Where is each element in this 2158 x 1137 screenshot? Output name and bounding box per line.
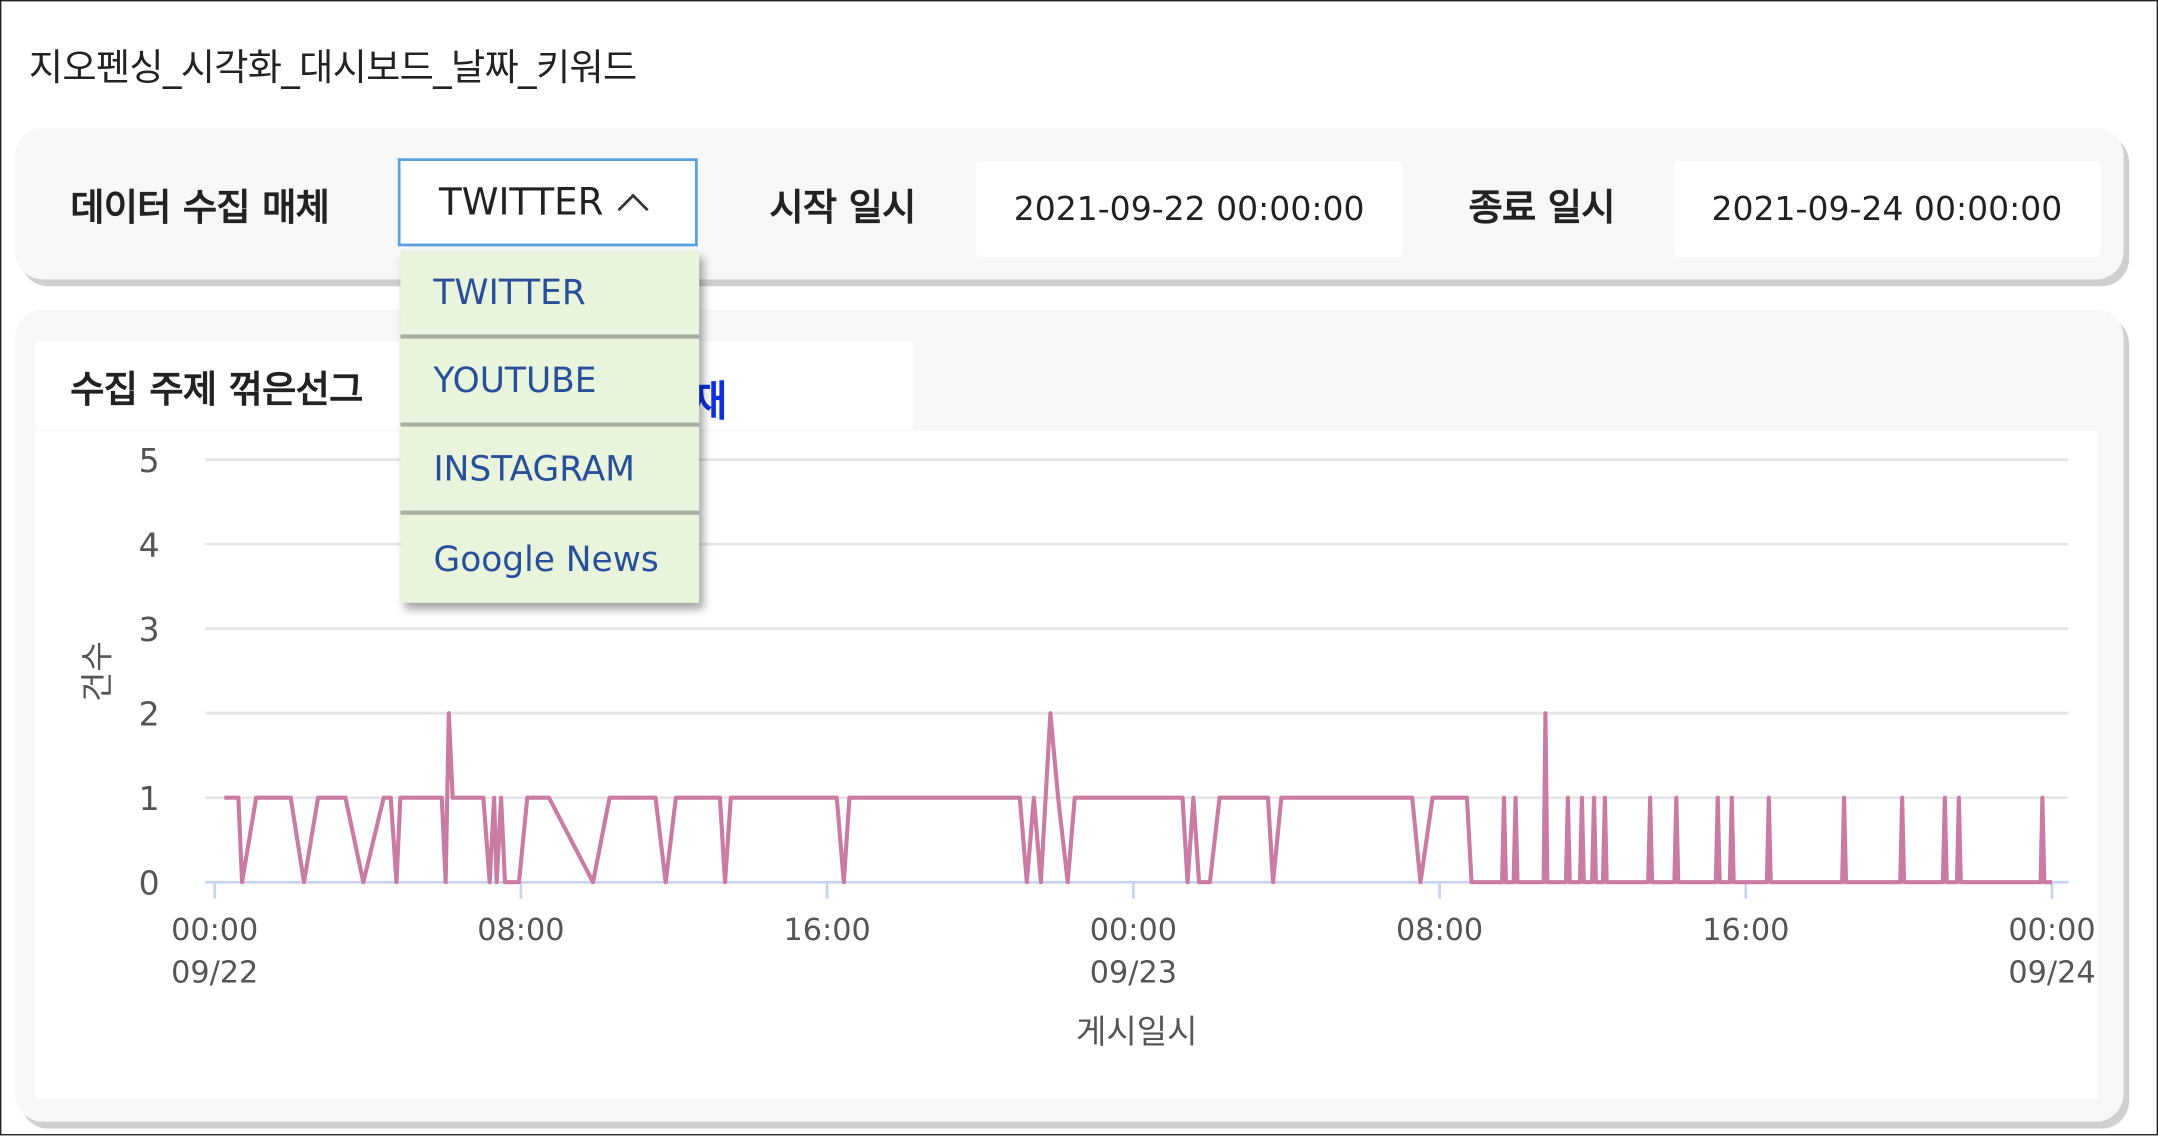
- dashboard: 지오펜싱_시각화_대시보드_날짜_키워드 데이터 수집 매체 TWITTER 시…: [0, 0, 2158, 1136]
- x-tick-label: 08:00: [477, 913, 564, 948]
- x-tick-label: 08:00: [1396, 913, 1483, 948]
- x-tick-date-label: 09/23: [1090, 956, 1177, 991]
- x-tick-label: 16:00: [1702, 913, 1789, 948]
- x-tick-label: 00:00: [171, 913, 258, 948]
- y-tick-label: 3: [139, 610, 160, 649]
- x-tick-date-label: 09/24: [2008, 956, 2095, 991]
- y-tick-label: 0: [139, 864, 160, 903]
- x-tick-label: 00:00: [1090, 913, 1177, 948]
- y-tick-label: 4: [139, 526, 160, 565]
- x-tick-label: 00:00: [2008, 913, 2095, 948]
- y-axis-label: 건수: [78, 641, 117, 702]
- media-option-google-news[interactable]: Google News: [400, 515, 699, 603]
- media-option-twitter[interactable]: TWITTER: [400, 250, 700, 339]
- x-tick-date-label: 09/22: [171, 956, 258, 991]
- media-option-youtube[interactable]: YOUTUBE: [400, 339, 700, 427]
- media-option-instagram[interactable]: INSTAGRAM: [400, 427, 700, 515]
- y-tick-label: 5: [139, 441, 160, 480]
- line-chart: 0 1 2 3 4 5 00:00 09/22 08:00 16:00 00:00 09/23 08:…: [78, 441, 2096, 1051]
- y-tick-label: 1: [139, 779, 160, 818]
- y-tick-label: 2: [139, 695, 160, 734]
- x-axis-label: 게시일시: [1076, 1012, 1197, 1051]
- x-tick-label: 16:00: [784, 913, 871, 948]
- media-dropdown-menu: TWITTER YOUTUBE INSTAGRAM Google News: [400, 250, 700, 603]
